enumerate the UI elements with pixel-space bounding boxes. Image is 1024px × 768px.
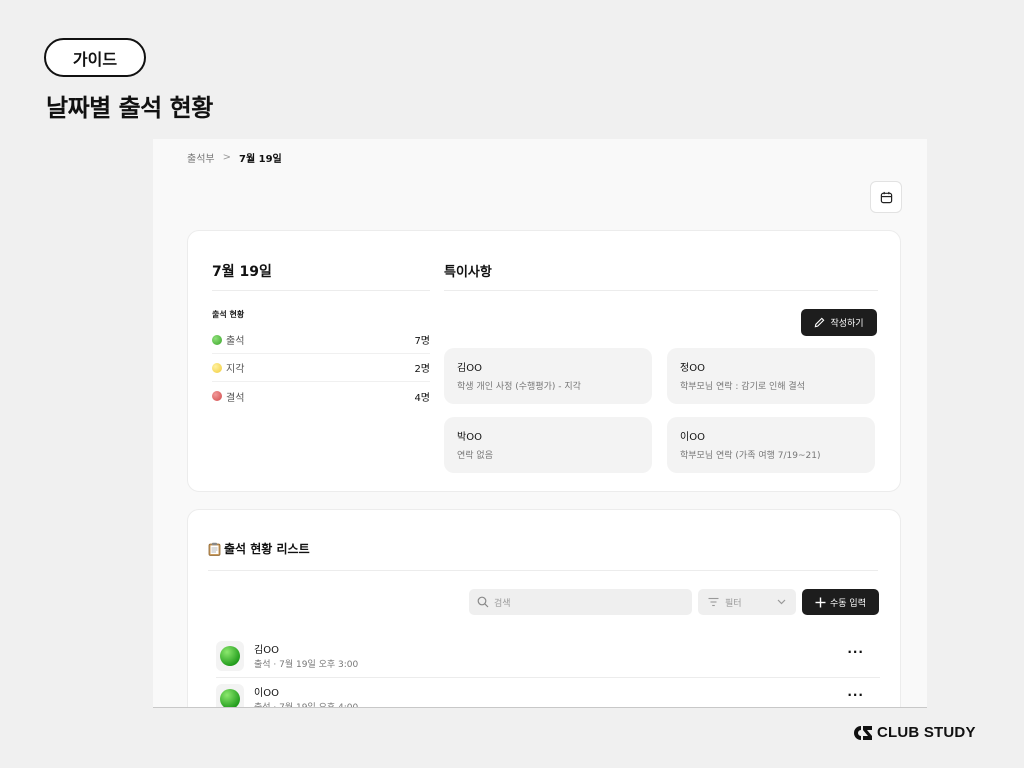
more-options-icon[interactable]: ··· bbox=[847, 645, 864, 659]
note-student-name: 김OO bbox=[457, 363, 482, 374]
calendar-icon bbox=[880, 191, 892, 203]
green-ball-icon bbox=[220, 689, 240, 707]
write-note-button[interactable]: 작성하기 bbox=[801, 309, 877, 336]
status-row-absent: 결석 4명 bbox=[212, 382, 430, 410]
filter-label: 필터 bbox=[725, 598, 742, 609]
list-title: 출석 현황 리스트 bbox=[208, 540, 310, 557]
status-count: 2명 bbox=[414, 364, 430, 375]
chevron-down-icon bbox=[777, 599, 786, 605]
divider bbox=[444, 290, 878, 291]
plus-icon bbox=[815, 597, 826, 607]
attendance-row[interactable]: 김OO 출석 · 7월 19일 오후 3:00 ··· bbox=[216, 635, 872, 677]
guide-label: 가이드 bbox=[72, 49, 118, 69]
guide-badge: 가이드 bbox=[44, 38, 146, 77]
attendance-meta: 출석 · 7월 19일 오후 3:00 bbox=[254, 660, 359, 670]
search-icon bbox=[477, 596, 489, 608]
red-dot-icon bbox=[212, 391, 222, 401]
clipboard-icon bbox=[208, 542, 221, 556]
app-screen: 출석부 > 7월 19일 7월 19일 출석 현황 출석 7명 지각 2명 결석… bbox=[153, 139, 927, 708]
note-card[interactable]: 이OO 학부모님 연락 (가족 여행 7/19~21) bbox=[667, 417, 875, 473]
attendance-meta: 출석 · 7월 19일 오후 4:00 bbox=[254, 703, 359, 708]
status-name: 결석 bbox=[226, 392, 245, 404]
green-dot-icon bbox=[212, 334, 222, 345]
status-label: 출석 현황 bbox=[212, 310, 245, 319]
attendance-row[interactable]: 이OO 출석 · 7월 19일 오후 4:00 ··· bbox=[216, 678, 872, 708]
note-description: 학생 개인 사정 (수행평가) - 지각 bbox=[457, 382, 581, 392]
search-input[interactable]: 검색 bbox=[469, 589, 692, 615]
status-indicator bbox=[216, 684, 244, 707]
note-card[interactable]: 정OO 학부모님 연락 : 감기로 인해 결석 bbox=[667, 348, 875, 404]
divider bbox=[212, 290, 430, 291]
status-name: 지각 bbox=[226, 364, 245, 375]
filter-icon bbox=[708, 597, 719, 607]
club-study-logo-icon bbox=[854, 725, 872, 740]
list-title-text: 출석 현황 리스트 bbox=[224, 542, 310, 556]
note-card[interactable]: 박OO 연락 없음 bbox=[444, 417, 652, 473]
status-row-present: 출석 7명 bbox=[212, 326, 430, 354]
daily-summary-card: 7월 19일 출석 현황 출석 7명 지각 2명 결석 4명 특이사항 작성하기… bbox=[187, 230, 901, 492]
summary-date: 7월 19일 bbox=[212, 264, 272, 280]
breadcrumb-separator: > bbox=[222, 152, 231, 163]
page-heading: 날짜별 출석 현황 bbox=[46, 94, 213, 122]
breadcrumb-current: 7월 19일 bbox=[239, 154, 282, 165]
write-note-label: 작성하기 bbox=[830, 319, 864, 329]
brand-name: CLUB STUDY bbox=[877, 724, 976, 741]
notes-title: 특이사항 bbox=[444, 265, 492, 280]
breadcrumb: 출석부 > 7월 19일 bbox=[187, 150, 282, 165]
divider bbox=[208, 570, 878, 571]
breadcrumb-root[interactable]: 출석부 bbox=[187, 150, 215, 165]
calendar-button[interactable] bbox=[870, 181, 902, 213]
brand-logo: CLUB STUDY bbox=[853, 724, 976, 741]
note-card[interactable]: 김OO 학생 개인 사정 (수행평가) - 지각 bbox=[444, 348, 652, 404]
note-student-name: 박OO bbox=[457, 432, 482, 443]
attendee-name: 김OO bbox=[254, 645, 279, 656]
more-options-icon[interactable]: ··· bbox=[847, 688, 864, 702]
manual-entry-button[interactable]: 수동 입력 bbox=[802, 589, 879, 615]
note-description: 학부모님 연락 : 감기로 인해 결석 bbox=[680, 382, 805, 392]
status-row-late: 지각 2명 bbox=[212, 354, 430, 382]
search-placeholder: 검색 bbox=[494, 598, 511, 609]
note-description: 학부모님 연락 (가족 여행 7/19~21) bbox=[680, 451, 821, 461]
green-ball-icon bbox=[220, 646, 240, 666]
pencil-icon bbox=[815, 317, 825, 328]
status-count: 7명 bbox=[414, 336, 430, 347]
manual-entry-label: 수동 입력 bbox=[830, 598, 866, 609]
attendee-name: 이OO bbox=[254, 688, 279, 699]
attendance-list-card: 출석 현황 리스트 검색 필터 수동 입력 김OO 출석 · 7월 19일 오후… bbox=[187, 509, 901, 708]
yellow-dot-icon bbox=[212, 362, 222, 373]
note-description: 연락 없음 bbox=[457, 451, 493, 461]
status-name: 출석 bbox=[226, 336, 245, 347]
filter-dropdown[interactable]: 필터 bbox=[698, 589, 796, 615]
note-student-name: 이OO bbox=[680, 432, 705, 443]
status-count: 4명 bbox=[414, 392, 430, 404]
status-indicator bbox=[216, 641, 244, 671]
note-student-name: 정OO bbox=[680, 363, 705, 374]
